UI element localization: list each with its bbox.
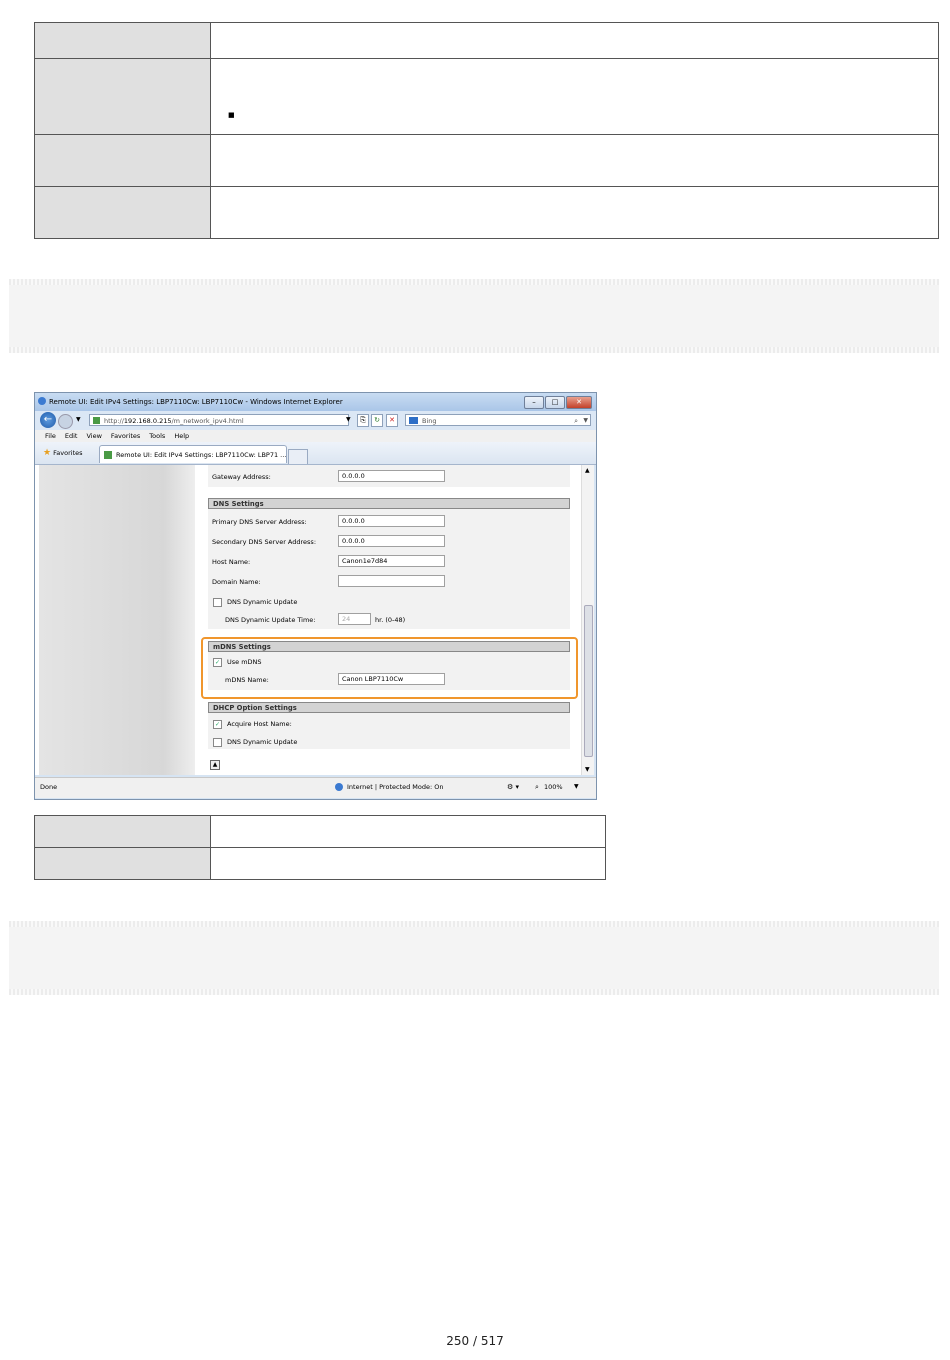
settings-table-bottom [34, 815, 606, 880]
gateway-label: Gateway Address: [212, 473, 271, 481]
menu-item-tools[interactable]: Tools [149, 430, 165, 442]
table-label-cell [34, 22, 211, 59]
favorites-button[interactable]: ★ Favorites [43, 448, 83, 458]
minimize-button[interactable]: – [524, 396, 544, 409]
close-button[interactable]: ✕ [566, 396, 592, 409]
search-dropdown-icon[interactable]: ▼ [583, 415, 588, 427]
stop-icon[interactable]: ✕ [386, 414, 398, 427]
menu-item-edit[interactable]: Edit [65, 430, 78, 442]
table-label-cell [34, 134, 211, 187]
ie-icon [38, 397, 46, 405]
acquire-host-name-label: Acquire Host Name: [227, 720, 292, 728]
window-title: Remote UI: Edit IPv4 Settings: LBP7110Cw… [49, 398, 343, 406]
dhcp-dns-update-label: DNS Dynamic Update [227, 738, 298, 746]
refresh-icon[interactable]: ↻ [371, 414, 383, 427]
table-label-cell [34, 847, 211, 880]
page-number: 250 / 517 [446, 1334, 504, 1348]
dns-dynamic-update-checkbox[interactable] [213, 598, 222, 607]
host-name-input[interactable]: Canon1e7d84 [338, 555, 445, 567]
table-value-cell: ■ [210, 58, 939, 135]
site-icon [104, 451, 112, 459]
section-heading-band [9, 921, 939, 995]
domain-name-input[interactable] [338, 575, 445, 587]
search-icon[interactable]: ⌕ [574, 415, 578, 427]
left-menu-pane [39, 465, 195, 775]
bullet-icon: ■ [228, 111, 235, 119]
mdns-highlight-frame [201, 637, 578, 699]
menu-item-file[interactable]: File [45, 430, 56, 442]
bing-icon [409, 417, 418, 424]
dns-settings-header: DNS Settings [208, 498, 570, 509]
menu-item-view[interactable]: View [86, 430, 101, 442]
compat-icon[interactable]: ⎘ [357, 414, 369, 427]
host-name-label: Host Name: [212, 558, 251, 566]
table-value-cell [210, 134, 939, 187]
page-content: Gateway Address: 0.0.0.0 DNS Settings Pr… [35, 465, 581, 775]
dhcp-option-settings-header: DHCP Option Settings [208, 702, 570, 713]
table-value-cell [210, 22, 939, 59]
vertical-scrollbar[interactable]: ▲ ▼ [581, 465, 594, 775]
status-text: Done [40, 783, 58, 791]
domain-name-label: Domain Name: [212, 578, 261, 586]
zoom-icon[interactable]: ⌕ [535, 778, 539, 796]
status-bar: Done Internet | Protected Mode: On ⚙ ▾ ⌕… [35, 777, 596, 798]
navigation-bar: ← ▼ http://192.168.0.215/m_network_ipv4.… [35, 411, 596, 430]
new-tab-button[interactable] [288, 449, 308, 464]
zoom-dropdown-icon[interactable]: ▼ [574, 778, 579, 796]
gateway-input[interactable]: 0.0.0.0 [338, 470, 445, 482]
address-bar[interactable]: http://192.168.0.215/m_network_ipv4.html [89, 414, 349, 426]
table-label-cell [34, 815, 211, 848]
dns-update-time-unit: hr. (0-48) [375, 616, 406, 624]
zoom-level[interactable]: 100% [544, 778, 563, 796]
menu-item-help[interactable]: Help [174, 430, 189, 442]
menu-item-favorites[interactable]: Favorites [111, 430, 140, 442]
secondary-dns-input[interactable]: 0.0.0.0 [338, 535, 445, 547]
secondary-dns-label: Secondary DNS Server Address: [212, 538, 317, 546]
dns-update-time-label: DNS Dynamic Update Time: [225, 616, 316, 624]
favorites-bar: ★ Favorites Remote UI: Edit IPv4 Setting… [35, 442, 596, 465]
dns-update-time-input[interactable]: 24 [338, 613, 371, 625]
dns-dynamic-update-label: DNS Dynamic Update [227, 598, 298, 606]
primary-dns-label: Primary DNS Server Address: [212, 518, 307, 526]
table-value-cell [210, 847, 606, 880]
search-input[interactable]: Bing ⌕ ▼ [405, 414, 591, 426]
ipv4-settings-form: Gateway Address: 0.0.0.0 DNS Settings Pr… [203, 465, 575, 775]
menu-bar: File Edit View Favorites Tools Help [35, 430, 596, 442]
scroll-up-icon[interactable]: ▲ [585, 467, 590, 474]
section-heading-band [9, 279, 939, 353]
scrollbar-thumb[interactable] [584, 605, 593, 757]
browser-tab[interactable]: Remote UI: Edit IPv4 Settings: LBP7110Cw… [99, 445, 287, 463]
title-bar: Remote UI: Edit IPv4 Settings: LBP7110Cw… [35, 393, 596, 411]
security-zone-text[interactable]: Internet | Protected Mode: On [347, 778, 444, 796]
table-label-cell [34, 186, 211, 239]
forward-button[interactable] [58, 414, 73, 429]
maximize-button[interactable]: □ [545, 396, 565, 409]
address-dropdown-icon[interactable]: ▼ [346, 416, 351, 423]
back-button[interactable]: ← [40, 412, 56, 428]
protected-mode-icon[interactable]: ⚙ ▾ [507, 778, 519, 796]
primary-dns-input[interactable]: 0.0.0.0 [338, 515, 445, 527]
table-value-cell [210, 186, 939, 239]
globe-icon [335, 783, 343, 791]
acquire-host-name-checkbox[interactable]: ✓ [213, 720, 222, 729]
scroll-down-icon[interactable]: ▼ [585, 766, 590, 773]
scroll-top-icon[interactable]: ▲ [210, 760, 220, 770]
site-icon [93, 417, 100, 424]
table-value-cell [210, 815, 606, 848]
dhcp-dns-update-checkbox[interactable] [213, 738, 222, 747]
browser-window: Remote UI: Edit IPv4 Settings: LBP7110Cw… [34, 392, 597, 800]
history-dropdown-icon[interactable]: ▼ [76, 416, 81, 423]
table-label-cell [34, 58, 211, 135]
star-icon: ★ [43, 448, 52, 458]
settings-table-top: ■ [34, 22, 939, 239]
url-host: 192.168.0.215 [123, 417, 172, 425]
